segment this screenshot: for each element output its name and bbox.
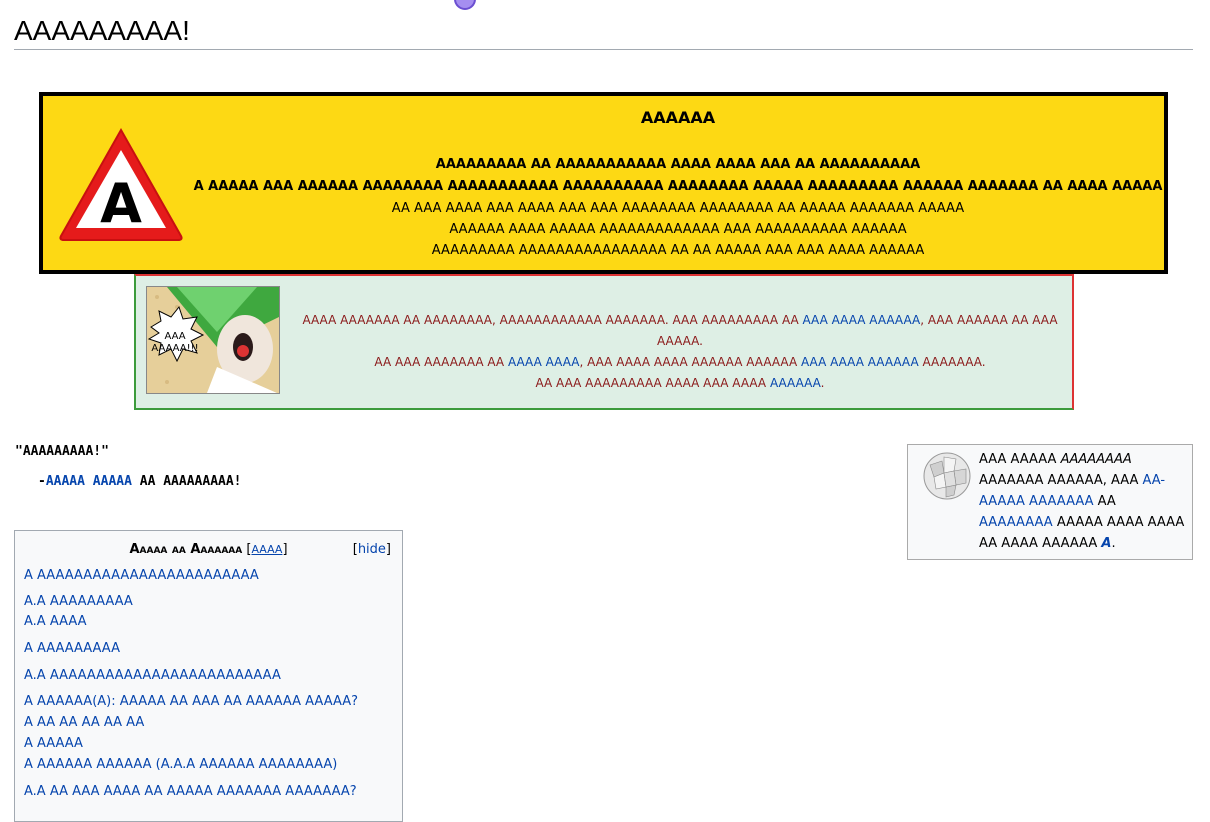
wikipedia-box: AAA AAAAA AAAAAAAA AAAAAAA AAAAAA, AAA A… [907, 444, 1193, 560]
warning-bold-line-2: A AAAAA AAA AAAAAA AAAAAAAA AAAAAAAAAAA … [193, 179, 1163, 194]
comic-illustration: AAA AAAAA!!! [147, 287, 279, 393]
wiki-link-3[interactable]: A [1101, 536, 1111, 551]
page-title: AAAAAAAAA! [14, 15, 190, 46]
wikipedia-globe-icon [923, 452, 971, 500]
screaming-comic-image: AAA AAAAA!!! [146, 286, 280, 394]
warning-sign-letter: A [100, 172, 142, 235]
wiki-text-2: AAAAAAA AAAAAA, AAA [979, 473, 1143, 488]
comic-caption-1: AAA [164, 331, 185, 342]
comic-caption-2: AAAAA!!! [151, 343, 198, 354]
notice-box: AAA AAAAA!!! AAAA AAAAAAA AA AAAAAAAA, A… [134, 274, 1074, 410]
toc-item[interactable]: A.A AAAA [24, 614, 86, 629]
toc-title-text: Aaaaa aa Aaaaaaa [129, 542, 243, 557]
toc-item[interactable]: A AAAAAAAAAAAAAAAAAAAAAAAA [24, 568, 259, 583]
toc-item[interactable]: A AA AA AA AA AA [24, 715, 144, 730]
wiki-text-1: AAA AAAAA [979, 452, 1061, 467]
toc-hide-button[interactable]: hide [358, 542, 386, 557]
quote-attribution: -AAAAA AAAAA AA AAAAAAAAA! [38, 474, 242, 489]
quote-author-link[interactable]: AAAAA AAAAA [46, 474, 132, 489]
quote-text: "AAAAAAAAA!" [15, 444, 109, 459]
toc-item[interactable]: A.A AA AAA AAAA AA AAAAA AAAAAAA AAAAAAA… [24, 784, 357, 799]
wiki-link-2[interactable]: AAAAAAAA [979, 515, 1053, 530]
toc-title: Aaaaa aa Aaaaaaa [AAAA] [129, 542, 288, 557]
toc-item[interactable]: A.A AAAAAAAAA [24, 594, 133, 609]
notice-link-4[interactable]: AAAAAA [770, 376, 821, 390]
toc-item[interactable]: A AAAAAA AAAAAA (A.A.A AAAAAA AAAAAAAA) [24, 757, 337, 772]
warning-box: A AAAAAA AAAAAAAAA AA AAAAAAAAAAA AAAA A… [39, 92, 1168, 274]
notice-line-1-text: AAAA AAAAAAA AA AAAAAAAA, AAAAAAAAAAAA A… [302, 313, 803, 327]
warning-triangle-icon: A [59, 127, 183, 241]
wiki-text-5: . [1111, 536, 1116, 551]
title-divider [14, 49, 1193, 50]
table-of-contents: Aaaaa aa Aaaaaaa [AAAA] [hide] A AAAAAAA… [14, 530, 403, 822]
wiki-text-italic: AAAAAAAA [1060, 452, 1132, 467]
quote-dash: - [38, 474, 46, 489]
toc-hide-toggle: [hide] [352, 542, 391, 557]
warning-line-3: AAAAAAAAA AAAAAAAAAAAAAAAA AA AA AAAAA A… [431, 243, 925, 258]
notice-link-1[interactable]: AAA AAAA AAAAAA [803, 313, 921, 327]
warning-bold-line-1: AAAAAAAAA AA AAAAAAAAAAA AAAA AAAA AAA A… [435, 157, 921, 172]
notice-line-2-text-end: AAAAAAA. [918, 355, 986, 369]
notice-link-3[interactable]: AAA AAAA AAAAAA [801, 355, 919, 369]
toc-item[interactable]: A AAAAAAAAA [24, 641, 120, 656]
notice-text: AAAA AAAAAAA AA AAAAAAAA, AAAAAAAAAAAA A… [290, 310, 1070, 394]
notice-line-3-text-end: . [820, 376, 825, 390]
notice-line-3-text: AA AAA AAAAAAAAA AAAA AAA AAAA [535, 376, 770, 390]
toc-item[interactable]: A AAAAA [24, 736, 83, 751]
wiki-text-3: AA [1093, 494, 1116, 509]
warning-line-2: AAAAAA AAAA AAAAA AAAAAAAAAAAAA AAA AAAA… [449, 222, 907, 237]
notice-link-2[interactable]: AAAA AAAA [508, 355, 580, 369]
notice-line-2-text-mid: , AAA AAAA AAAA AAAAAA AAAAAA [579, 355, 801, 369]
notice-line-3: AA AAA AAAAAAAAA AAAA AAA AAAA AAAAAA. [290, 373, 1070, 394]
notice-line-2: AA AAA AAAAAAA AA AAAA AAAA, AAA AAAA AA… [290, 352, 1070, 373]
notice-line-2-text: AA AAA AAAAAAA AA [374, 355, 508, 369]
warning-heading: AAAAAA [640, 108, 716, 127]
notice-line-1: AAAA AAAAAAA AA AAAAAAAA, AAAAAAAAAAAA A… [290, 310, 1070, 352]
toc-item[interactable]: A AAAAAA(A): AAAAA AA AAA AA AAAAAA AAAA… [24, 694, 358, 709]
warning-line-1: AA AAA AAAA AAA AAAA AAA AAA AAAAAAAA AA… [391, 201, 965, 216]
toc-title-link[interactable]: AAAA [251, 543, 282, 556]
top-badge-icon [454, 0, 476, 10]
toc-item[interactable]: A.A AAAAAAAAAAAAAAAAAAAAAAAAA [24, 668, 281, 683]
quote-suffix: AA AAAAAAAAA! [131, 474, 242, 489]
wikipedia-box-text: AAA AAAAA AAAAAAAA AAAAAAA AAAAAA, AAA A… [979, 449, 1191, 554]
